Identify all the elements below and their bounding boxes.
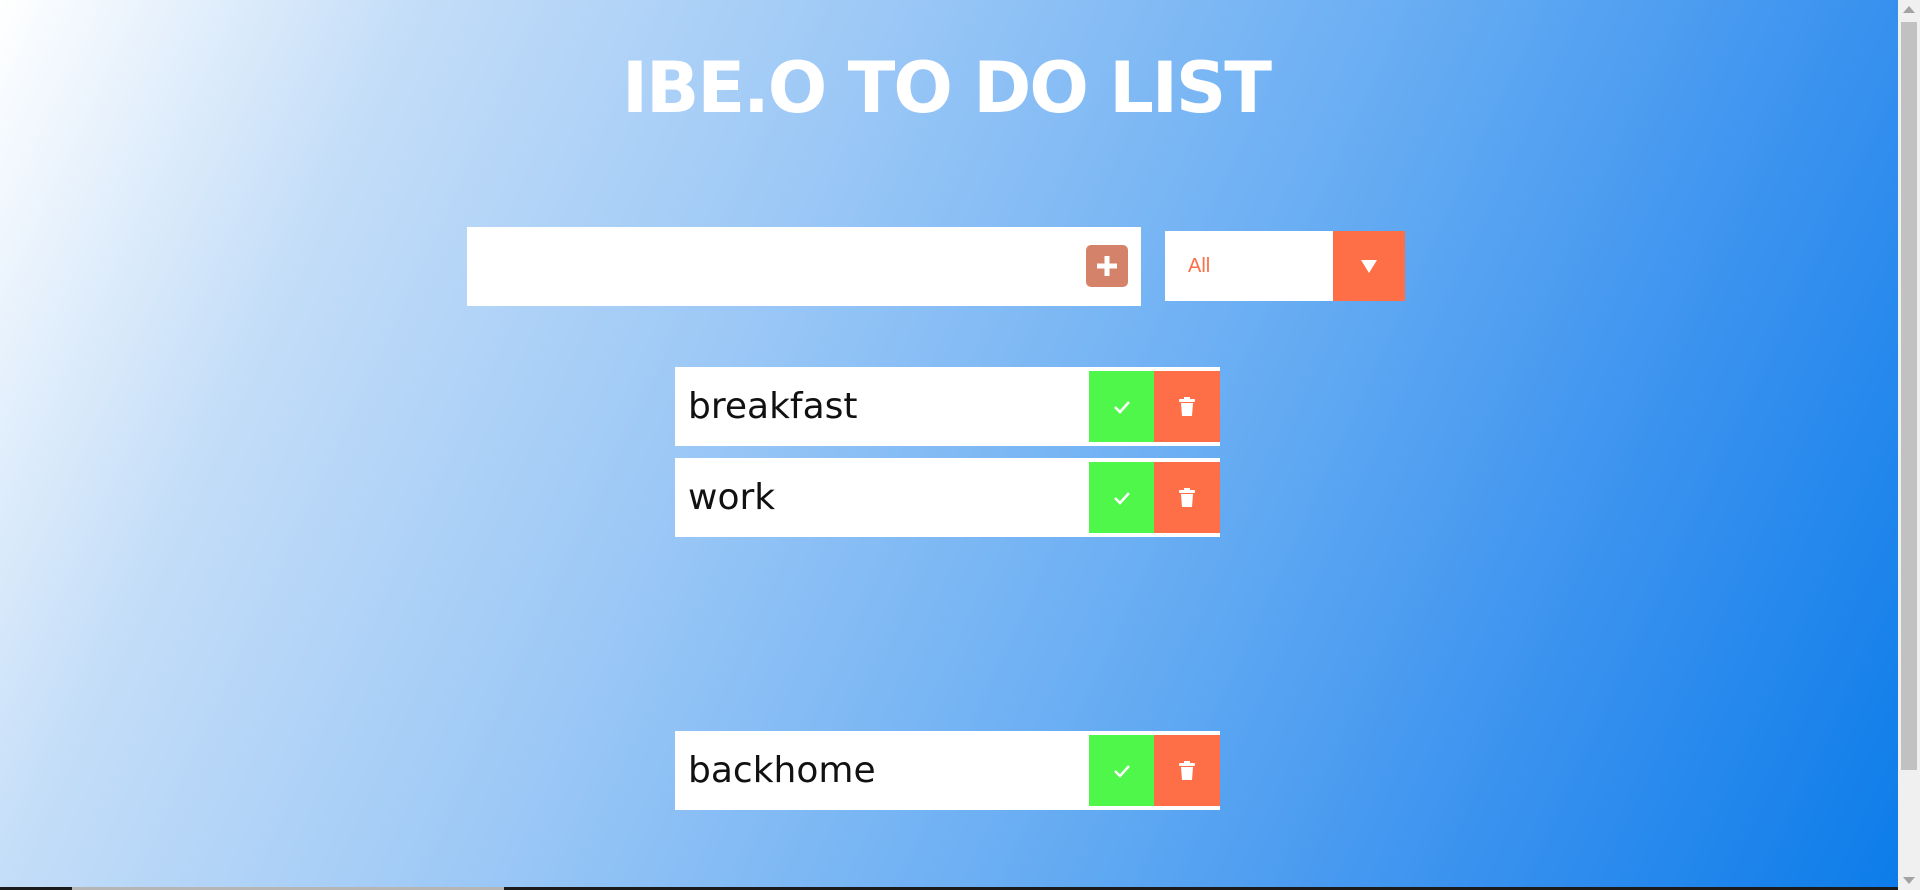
filter-selected-value: All xyxy=(1188,254,1211,277)
delete-button[interactable] xyxy=(1154,371,1220,442)
complete-button[interactable] xyxy=(1089,371,1154,442)
filter-select[interactable]: All xyxy=(1165,231,1405,301)
todo-text: work xyxy=(688,477,776,518)
complete-button[interactable] xyxy=(1089,735,1154,806)
new-todo-input[interactable] xyxy=(467,227,1067,306)
vertical-scrollbar[interactable] xyxy=(1898,0,1920,890)
todo-text: breakfast xyxy=(688,386,858,427)
todo-item: work xyxy=(675,458,1220,537)
scroll-up-arrow-icon[interactable] xyxy=(1903,6,1915,13)
filter-dropdown-button[interactable] xyxy=(1333,231,1405,301)
dropdown-arrow-icon xyxy=(1361,260,1377,273)
check-icon xyxy=(1113,491,1130,505)
scrollbar-thumb[interactable] xyxy=(1901,22,1917,770)
add-todo-button[interactable] xyxy=(1086,245,1128,287)
scroll-down-arrow-icon[interactable] xyxy=(1903,877,1915,884)
todo-item: backhome xyxy=(675,731,1220,810)
trash-icon xyxy=(1179,487,1195,507)
trash-icon xyxy=(1179,760,1195,780)
plus-icon xyxy=(1097,256,1117,276)
check-icon xyxy=(1113,400,1130,414)
todo-text: backhome xyxy=(688,750,876,791)
page-title: IBE.O TO DO LIST xyxy=(621,47,1272,129)
delete-button[interactable] xyxy=(1154,462,1220,533)
complete-button[interactable] xyxy=(1089,462,1154,533)
trash-icon xyxy=(1179,396,1195,416)
todo-item: breakfast xyxy=(675,367,1220,446)
check-icon xyxy=(1113,764,1130,778)
delete-button[interactable] xyxy=(1154,735,1220,806)
new-todo-form xyxy=(467,227,1141,306)
